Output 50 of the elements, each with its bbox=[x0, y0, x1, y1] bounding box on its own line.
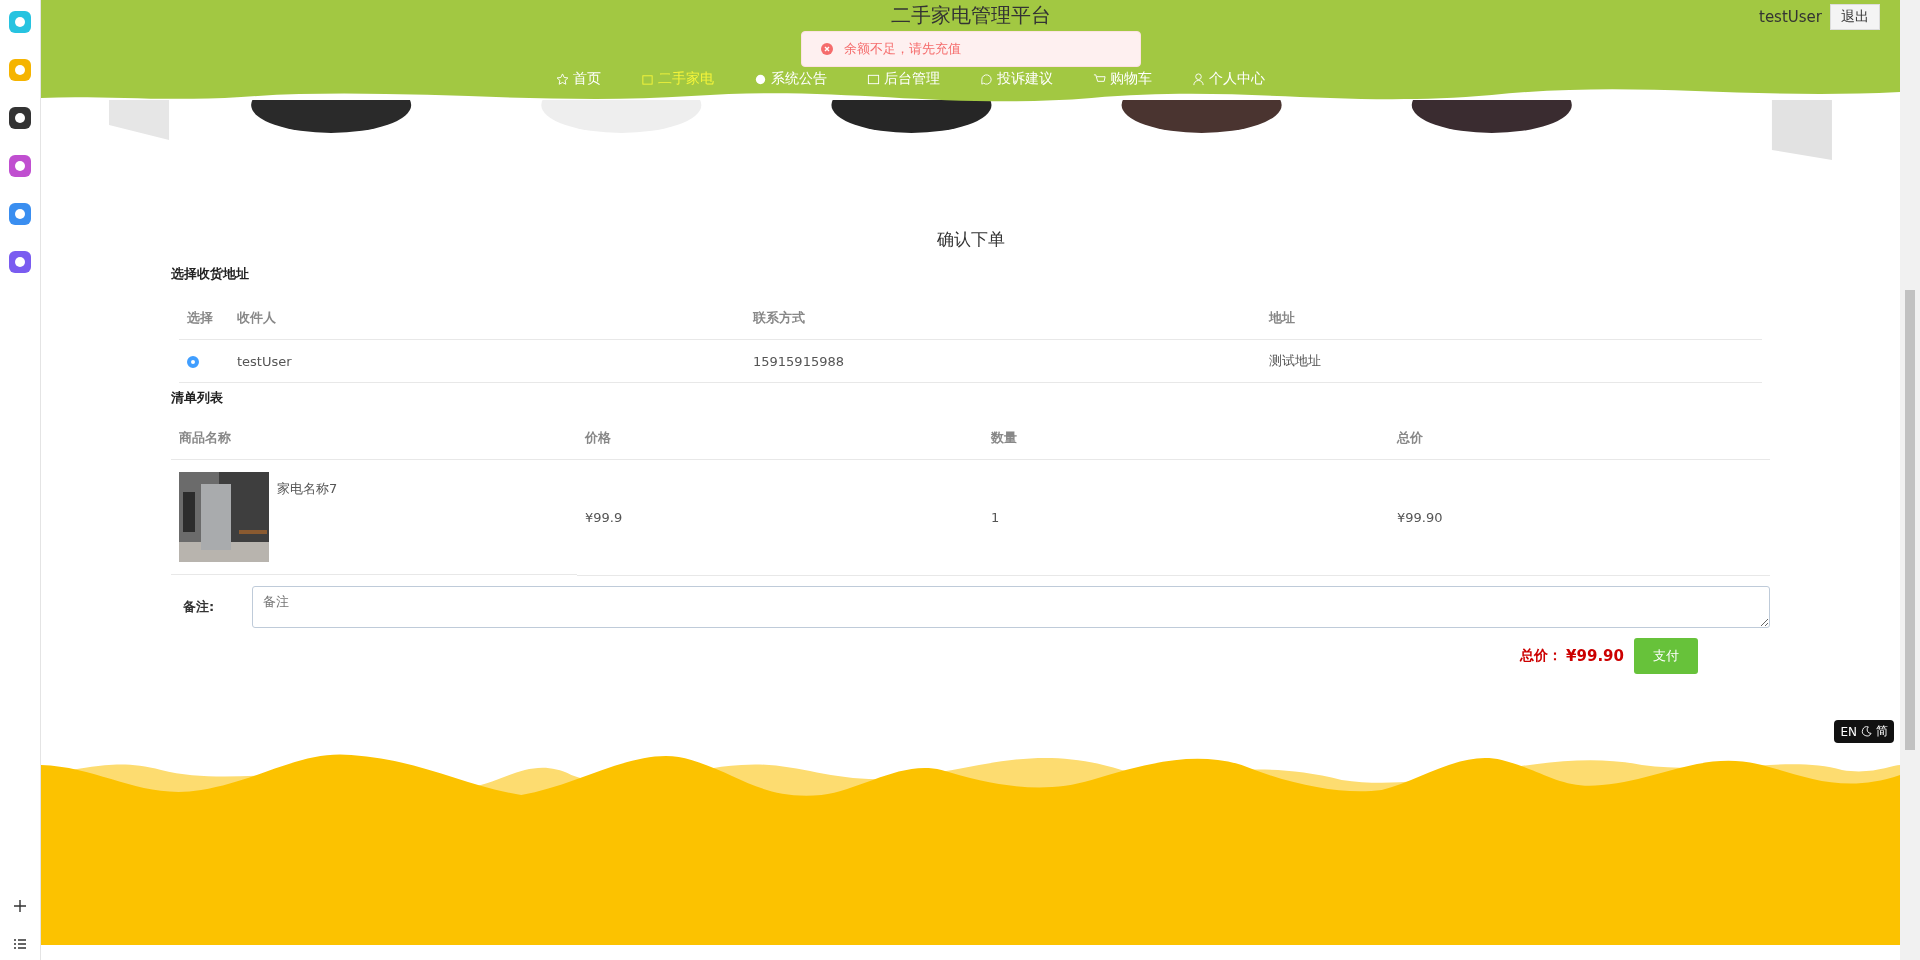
badge-text: EN bbox=[1840, 724, 1857, 739]
scrollbar[interactable] bbox=[1900, 0, 1920, 960]
pay-button[interactable]: 支付 bbox=[1634, 637, 1698, 674]
table-cell: testUser bbox=[237, 353, 292, 369]
section-title: 清单列表 bbox=[171, 389, 224, 407]
nav-link[interactable]: 购物车 bbox=[1093, 70, 1152, 88]
user-name: testUser bbox=[1759, 8, 1822, 26]
page-title: 确认下单 bbox=[935, 228, 1006, 251]
remark-label: 备注: bbox=[183, 597, 215, 616]
column-header: 总价 bbox=[1397, 430, 1423, 445]
remark-field[interactable]: 备注 bbox=[252, 585, 1770, 628]
site-title: 二手家电管理平台 bbox=[890, 2, 1051, 29]
table-cell: 测试地址 bbox=[1269, 353, 1321, 368]
nav-link[interactable]: 首页 bbox=[556, 70, 601, 88]
nav-icon bbox=[641, 72, 654, 86]
nav-icon bbox=[556, 72, 569, 86]
nav-icon bbox=[867, 72, 880, 86]
add-icon[interactable] bbox=[12, 898, 28, 914]
toast-message: 余额不足，请先充值 bbox=[844, 40, 961, 58]
column-header: 联系方式 bbox=[753, 310, 805, 325]
logout-button[interactable]: 退出 bbox=[1830, 4, 1880, 30]
nav-link[interactable]: 投诉建议 bbox=[980, 70, 1053, 88]
moon-icon bbox=[1861, 726, 1872, 737]
table-cell: ¥99.90 bbox=[1397, 509, 1443, 525]
total-price: ¥99.90 bbox=[1566, 646, 1624, 665]
list-icon[interactable] bbox=[12, 936, 28, 952]
nav-link[interactable]: 后台管理 bbox=[867, 70, 940, 88]
nav-icon bbox=[1192, 72, 1205, 86]
nav-link[interactable]: 个人中心 bbox=[1192, 70, 1265, 88]
column-header: 收件人 bbox=[237, 310, 276, 325]
total-label: 总价： bbox=[1520, 646, 1563, 665]
nav-icon bbox=[754, 72, 767, 86]
product-name: 家电名称7 bbox=[277, 480, 338, 498]
column-header: 价格 bbox=[585, 430, 611, 445]
badge-text: 简 bbox=[1876, 723, 1888, 740]
radio-button[interactable] bbox=[187, 356, 199, 368]
column-header: 数量 bbox=[991, 430, 1017, 445]
table-cell: 15915915988 bbox=[753, 353, 844, 369]
nav-link[interactable]: 二手家电 bbox=[641, 70, 714, 88]
column-header: 选择 bbox=[187, 310, 213, 325]
table-cell: 1 bbox=[991, 509, 1000, 525]
column-header: 商品名称 bbox=[179, 430, 231, 445]
nav-link[interactable]: 系统公告 bbox=[754, 70, 827, 88]
column-header: 地址 bbox=[1269, 310, 1295, 325]
table-cell: ¥99.9 bbox=[585, 509, 623, 525]
error-icon bbox=[820, 42, 834, 56]
language-badge[interactable]: EN 简 bbox=[1834, 720, 1894, 743]
nav-icon bbox=[980, 72, 993, 86]
app-icon[interactable] bbox=[8, 106, 32, 130]
section-title: 选择收货地址 bbox=[171, 265, 250, 283]
